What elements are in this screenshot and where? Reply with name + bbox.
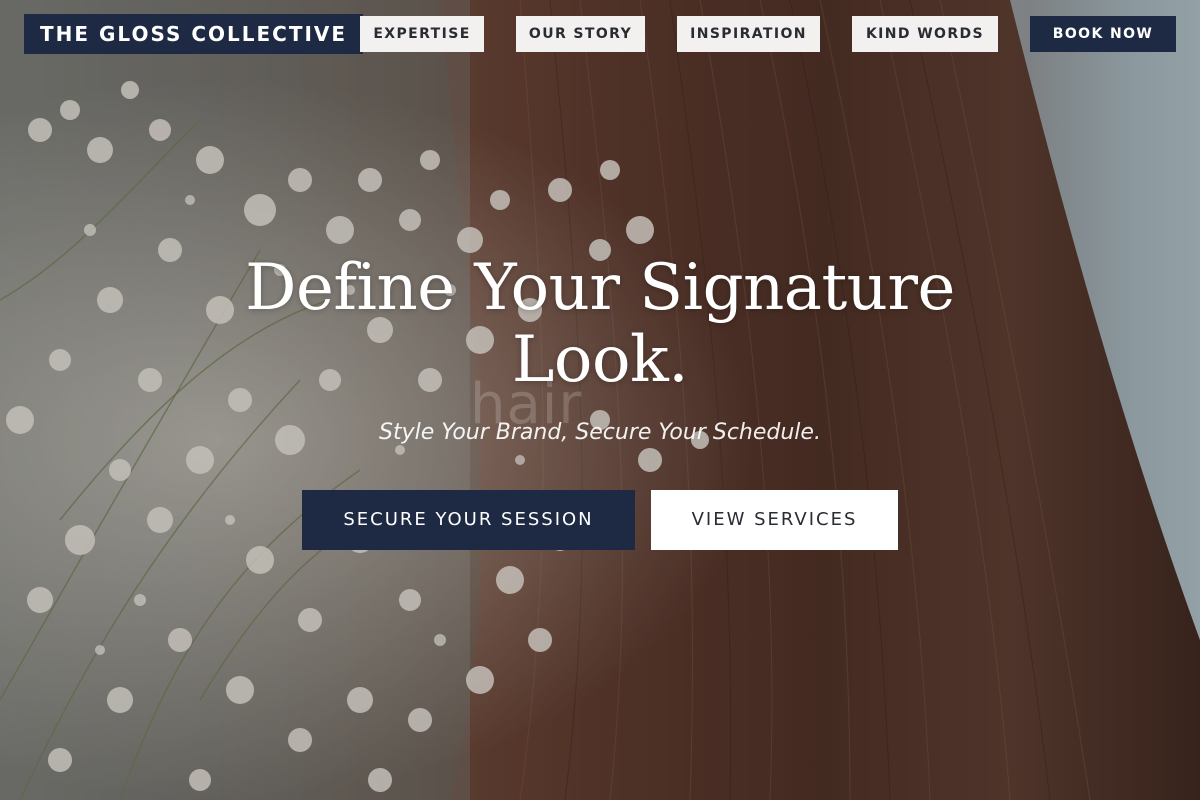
nav-kind-words[interactable]: KIND WORDS <box>852 16 998 52</box>
hero-background <box>0 0 1200 800</box>
hero-overlay <box>0 0 1200 800</box>
nav-inspiration[interactable]: INSPIRATION <box>677 16 820 52</box>
hero-headline-line-1: Define Your Signature <box>245 251 955 325</box>
hero-headline: Define Your Signature Look. <box>200 252 1000 396</box>
hero-subtitle: Style Your Brand, Secure Your Schedule. <box>379 420 821 445</box>
hero-headline-line-2: Look. <box>511 323 689 397</box>
nav-our-story[interactable]: OUR STORY <box>516 16 645 52</box>
secure-session-button[interactable]: SECURE YOUR SESSION <box>302 490 635 550</box>
view-services-button[interactable]: VIEW SERVICES <box>651 490 898 550</box>
brand-logo[interactable]: THE GLOSS COLLECTIVE <box>24 14 364 54</box>
nav-expertise[interactable]: EXPERTISE <box>360 16 484 52</box>
book-now-button[interactable]: BOOK NOW <box>1030 16 1176 52</box>
